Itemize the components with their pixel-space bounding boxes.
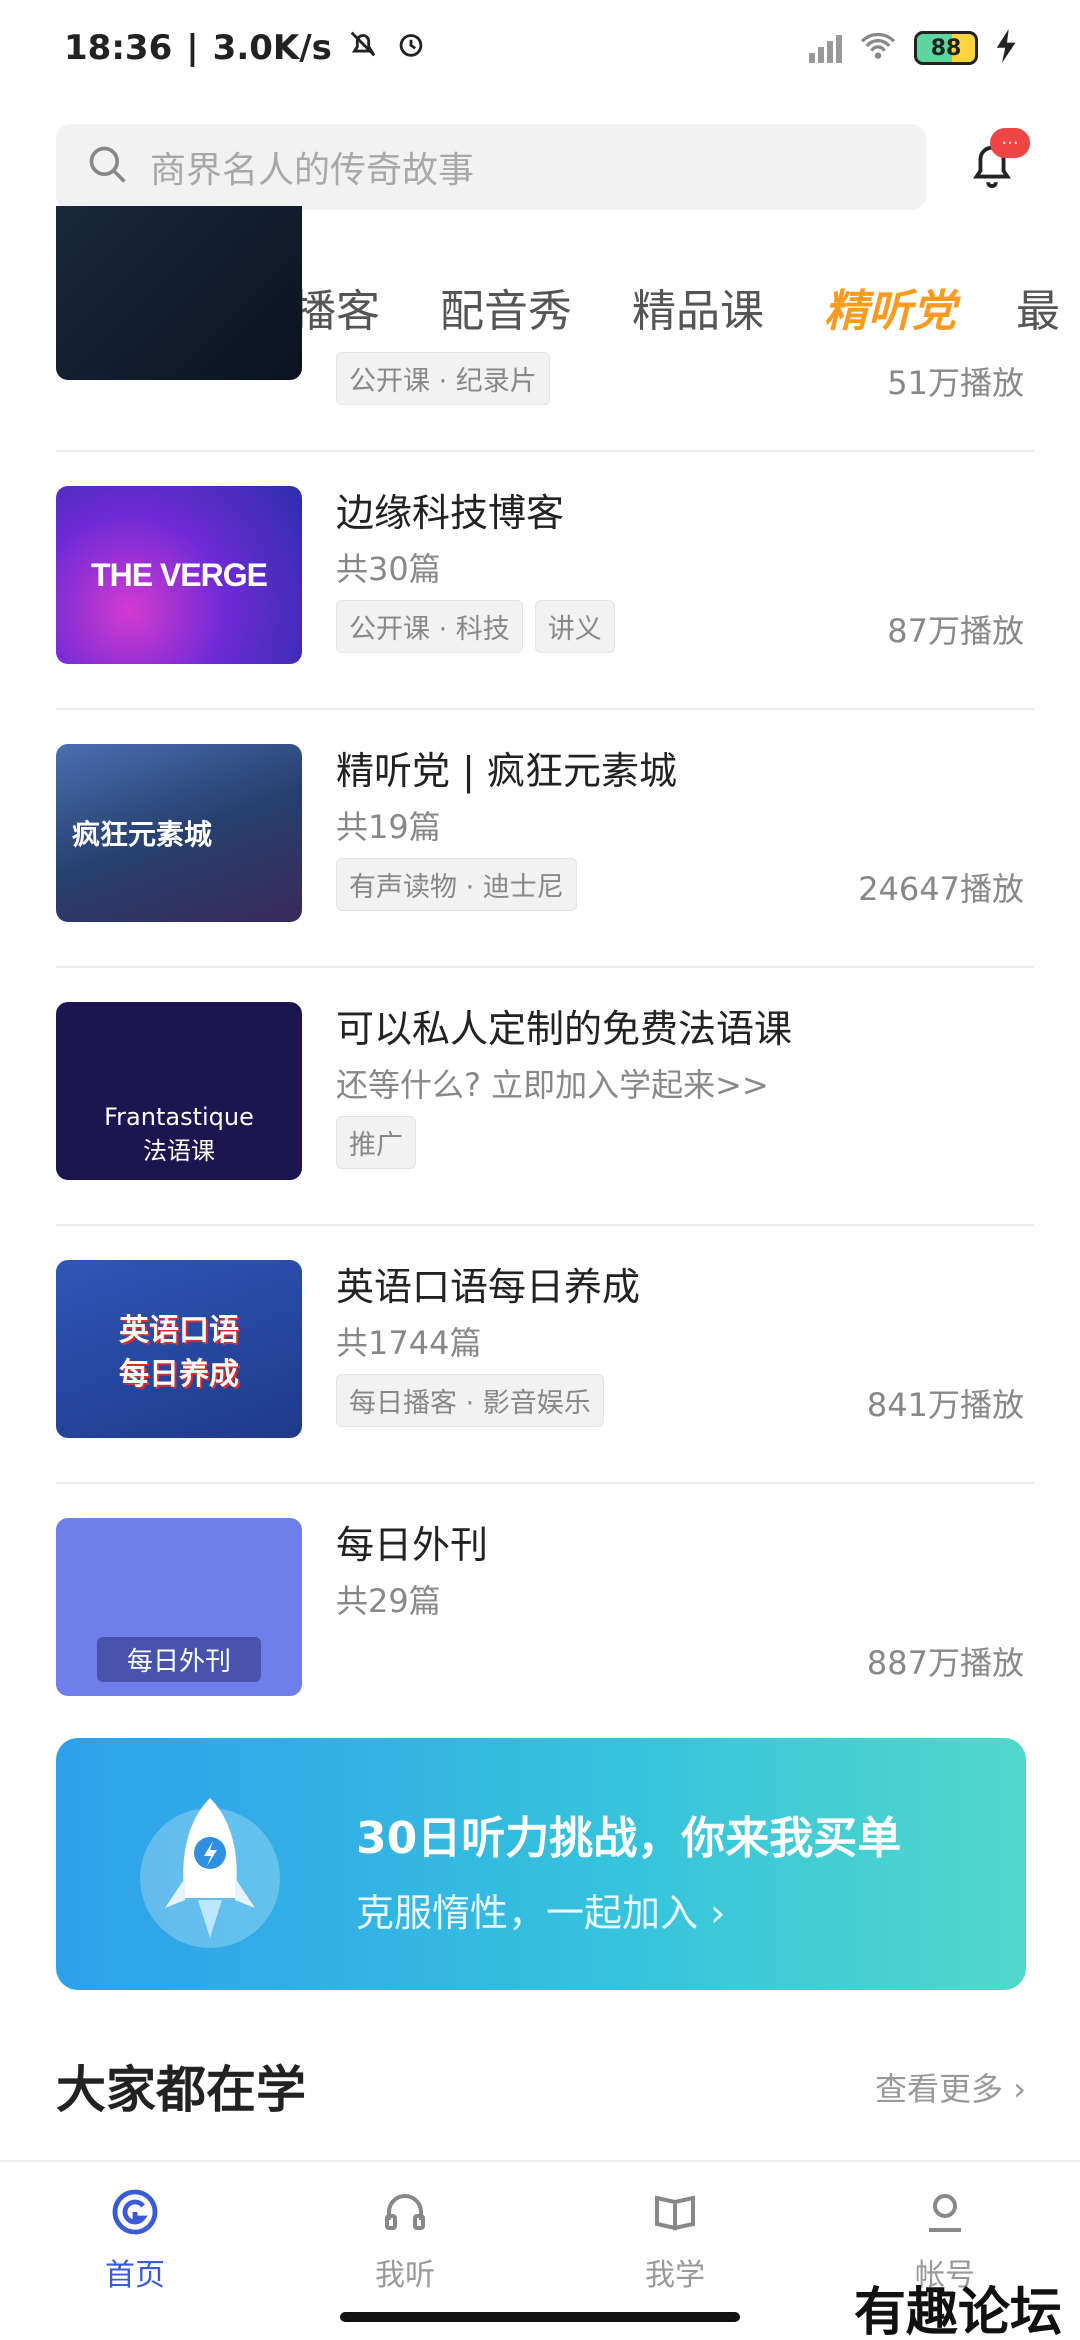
item-subtitle: 共1744篇: [336, 1324, 482, 1362]
signal-icon: [809, 33, 842, 63]
thumbnail-title-text: 每日外刊: [96, 1637, 261, 1682]
item-tags: 每日播客 · 影音娱乐: [336, 1374, 604, 1427]
item-tag: 推广: [336, 1116, 416, 1169]
book-icon: [651, 2188, 699, 2240]
item-subtitle: 还等什么? 立即加入学起来>>: [336, 1066, 769, 1104]
mute-bell-icon: [346, 27, 380, 70]
list-item[interactable]: Frantastique 法语课 可以私人定制的免费法语课 还等什么? 立即加入…: [56, 968, 1034, 1226]
network-speed: 3.0K/s: [212, 28, 332, 68]
item-tag: 公开课 · 纪录片: [336, 352, 550, 405]
status-left: 18:36 | 3.0K/s: [64, 27, 428, 70]
item-title: 英语口语每日养成: [336, 1265, 641, 1309]
item-subtitle: 共29篇: [336, 1582, 441, 1620]
view-more-link[interactable]: 查看更多 ›: [875, 2064, 1026, 2110]
listening-challenge-banner[interactable]: 30日听力挑战，你来我买单 克服惰性，一起加入 ›: [56, 1738, 1026, 1990]
banner-title: 30日听力挑战，你来我买单: [356, 1813, 902, 1864]
item-info: 边缘科技博客 共30篇 公开课 · 科技 讲义 87万播放: [336, 452, 1024, 710]
item-tags: 公开课 · 纪录片: [336, 352, 550, 405]
notification-button[interactable]: ···: [952, 124, 1032, 210]
item-title: 每日外刊: [336, 1523, 489, 1567]
item-tag: 讲义: [534, 600, 615, 653]
item-tags: 有声读物 · 迪士尼: [336, 858, 577, 911]
thumbnail-title-text: 疯狂元素城: [72, 818, 213, 851]
item-plays: 841万播放: [866, 1386, 1024, 1424]
item-tag: 有声读物 · 迪士尼: [336, 858, 577, 911]
item-plays: 24647播放: [858, 870, 1024, 908]
nav-label: 我听: [375, 2258, 435, 2293]
item-thumbnail: 每日外刊: [56, 1518, 302, 1696]
item-info: 可以私人定制的免费法语课 还等什么? 立即加入学起来>> 推广: [336, 968, 1024, 1226]
item-thumbnail: 英语口语 每日养成: [56, 1260, 302, 1438]
item-plays: 51万播放: [887, 364, 1024, 402]
item-title: 边缘科技博客: [336, 491, 565, 535]
status-time: 18:36: [64, 28, 173, 68]
status-separator: |: [186, 28, 199, 68]
item-thumbnail: Frantastique 法语课: [56, 1002, 302, 1180]
notification-badge: ···: [990, 128, 1030, 158]
status-bar: 18:36 | 3.0K/s 88: [0, 0, 1080, 96]
item-plays: 887万播放: [866, 1644, 1024, 1682]
item-title: 精听党 | 疯狂元素城: [336, 749, 677, 793]
item-plays: 87万播放: [887, 612, 1024, 650]
section-title: 大家都在学: [56, 2061, 306, 2119]
alarm-icon: [394, 27, 428, 70]
item-tag: 公开课 · 科技: [336, 600, 523, 653]
item-subtitle: 共30篇: [336, 550, 441, 588]
rocket-icon: [110, 1778, 310, 1962]
search-placeholder: 商界名人的传奇故事: [150, 150, 475, 191]
item-title: 可以私人定制的免费法语课: [336, 1007, 793, 1051]
nav-home[interactable]: 首页: [0, 2162, 270, 2340]
item-info: 每日外刊 共29篇 887万播放: [336, 1484, 1024, 1742]
search-input[interactable]: 商界名人的传奇故事: [56, 124, 926, 210]
item-tags: 公开课 · 科技 讲义: [336, 600, 615, 653]
search-row: 商界名人的传奇故事 ···: [56, 124, 1032, 210]
list-item[interactable]: THE VERGE 边缘科技博客 共30篇 公开课 · 科技 讲义 87万播放: [56, 452, 1034, 710]
item-thumbnail: THE VERGE: [56, 486, 302, 664]
thumbnail-logo-text: THE VERGE: [91, 556, 268, 593]
status-right: 88: [809, 29, 1020, 67]
item-thumbnail: [56, 206, 302, 380]
list-item[interactable]: 每日外刊 每日外刊 共29篇 887万播放: [56, 1484, 1034, 1742]
banner-subtitle: 克服惰性，一起加入 ›: [356, 1891, 726, 1935]
list-item[interactable]: 英语口语 每日养成 英语口语每日养成 共1744篇 每日播客 · 影音娱乐 84…: [56, 1226, 1034, 1484]
list-item[interactable]: 公开课 · 纪录片 51万播放: [56, 206, 1034, 452]
search-icon: [86, 143, 130, 191]
battery-icon: 88: [914, 31, 978, 65]
wifi-icon: [858, 30, 898, 66]
nav-label: 我学: [645, 2258, 705, 2293]
thumbnail-title-text: Frantastique 法语课: [104, 1103, 254, 1165]
item-tags: 推广: [336, 1116, 416, 1169]
item-info: 精听党 | 疯狂元素城 共19篇 有声读物 · 迪士尼 24647播放: [336, 710, 1024, 968]
item-info: 公开课 · 纪录片 51万播放: [336, 206, 1024, 450]
watermark: 有趣论坛: [853, 2282, 1062, 2340]
charging-icon: [994, 29, 1020, 67]
item-subtitle: 共19篇: [336, 808, 441, 846]
user-icon: [921, 2188, 969, 2240]
home-indicator[interactable]: [340, 2312, 740, 2322]
thumbnail-title-text: 英语口语 每日养成: [119, 1313, 239, 1392]
headphones-icon: [381, 2188, 429, 2240]
item-info: 英语口语每日养成 共1744篇 每日播客 · 影音娱乐 841万播放: [336, 1226, 1024, 1484]
item-thumbnail: 疯狂元素城: [56, 744, 302, 922]
home-icon: [111, 2188, 159, 2240]
item-tag: 每日播客 · 影音娱乐: [336, 1374, 604, 1427]
nav-label: 首页: [105, 2258, 165, 2293]
list-item[interactable]: 疯狂元素城 精听党 | 疯狂元素城 共19篇 有声读物 · 迪士尼 24647播…: [56, 710, 1034, 968]
